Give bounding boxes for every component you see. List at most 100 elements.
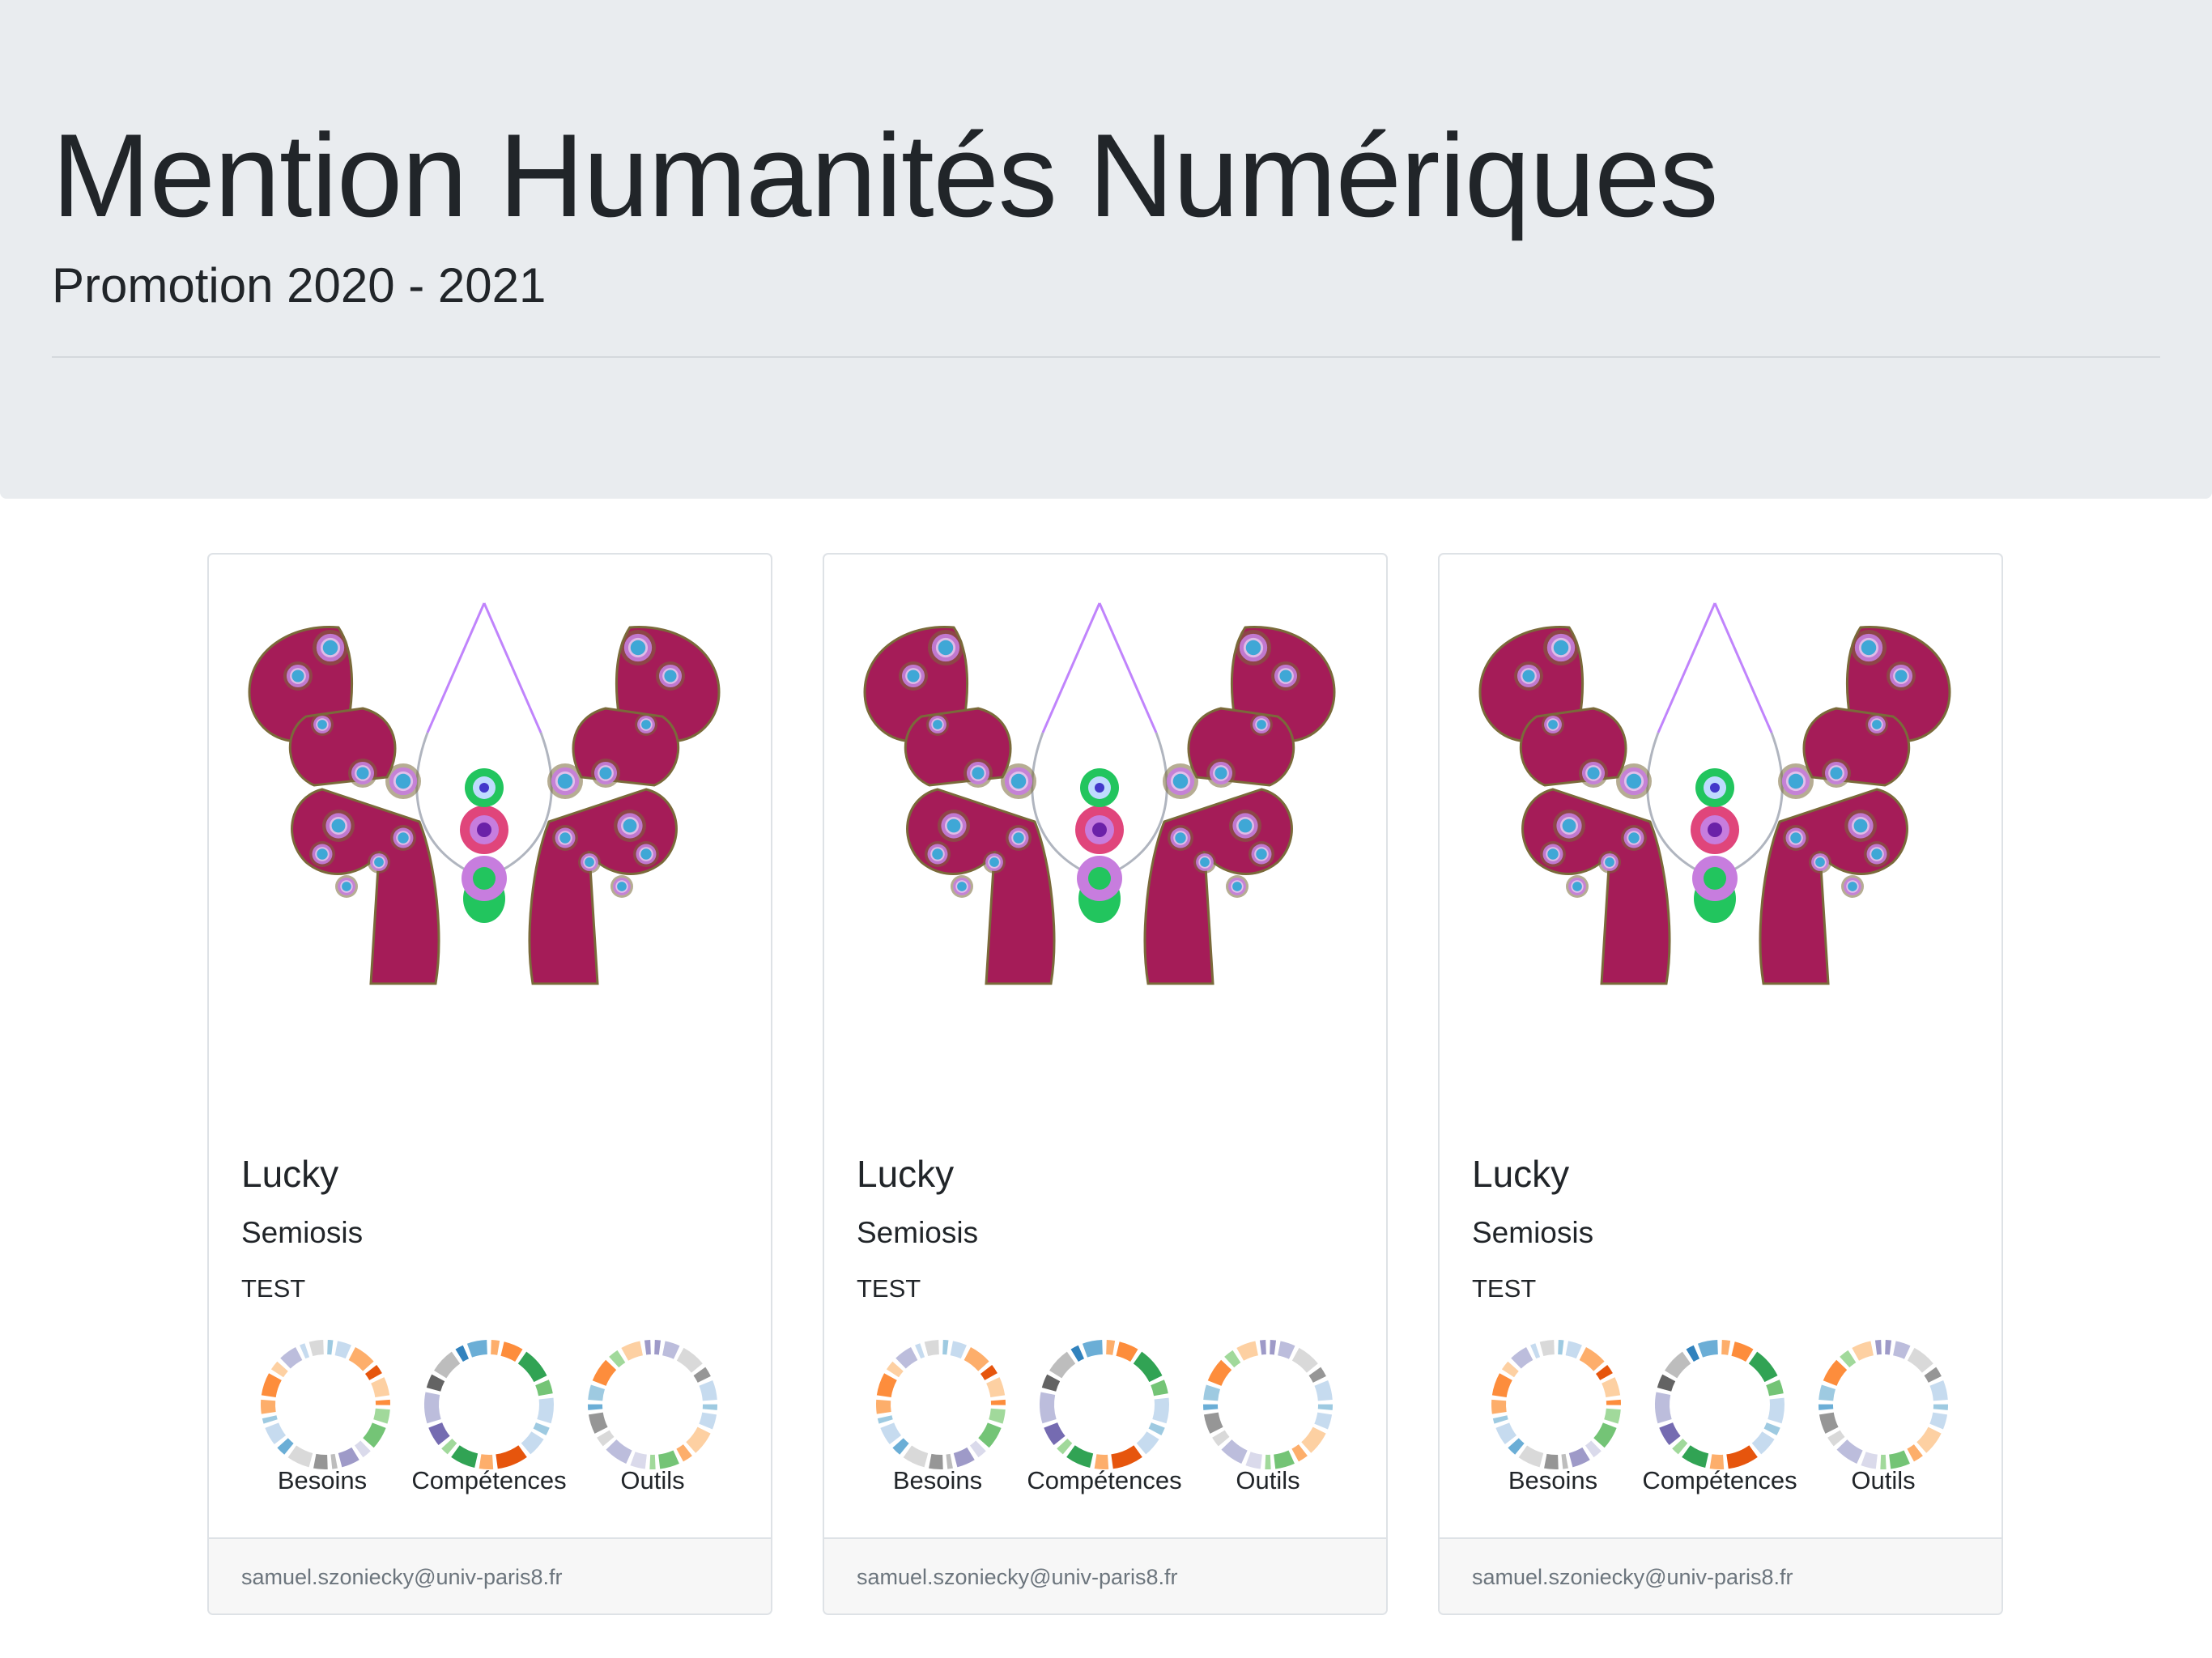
donut-segment[interactable] — [327, 1340, 334, 1355]
donut-segment[interactable] — [892, 1438, 909, 1455]
donut-segment[interactable] — [300, 1343, 310, 1359]
donut-segment[interactable] — [1082, 1340, 1103, 1358]
donut-segment[interactable] — [1291, 1347, 1318, 1373]
donut-segment[interactable] — [1907, 1444, 1923, 1462]
donut-segment[interactable] — [1148, 1422, 1165, 1436]
donut-segment[interactable] — [1852, 1341, 1874, 1361]
donut-segment[interactable] — [621, 1341, 643, 1361]
donut-segment[interactable] — [953, 1447, 975, 1468]
donut-segment[interactable] — [1665, 1351, 1691, 1379]
donut-segment[interactable] — [702, 1404, 717, 1410]
donut-segment[interactable] — [500, 1341, 523, 1362]
donut-segment[interactable] — [428, 1422, 450, 1446]
donut-segment[interactable] — [903, 1445, 929, 1468]
donut-segment[interactable] — [662, 1341, 680, 1359]
donut-segment[interactable] — [1606, 1399, 1621, 1405]
donut-segment[interactable] — [1672, 1439, 1688, 1455]
donut-segment[interactable] — [876, 1399, 891, 1414]
outils-donut[interactable] — [1195, 1332, 1341, 1477]
donut-segment[interactable] — [606, 1439, 632, 1464]
donut-segment[interactable] — [1314, 1380, 1333, 1401]
donut-segment[interactable] — [1579, 1347, 1605, 1371]
donut-segment[interactable] — [1041, 1374, 1061, 1392]
donut-segment[interactable] — [676, 1444, 692, 1462]
donut-segment[interactable] — [990, 1399, 1006, 1405]
donut-segment[interactable] — [521, 1431, 544, 1455]
besoins-donut[interactable] — [1483, 1332, 1629, 1477]
butterfly-icon[interactable] — [241, 595, 727, 1016]
donut-segment[interactable] — [1057, 1439, 1073, 1455]
donut-segment[interactable] — [1508, 1438, 1525, 1455]
donut-segment[interactable] — [1151, 1380, 1168, 1397]
donut-segment[interactable] — [1885, 1340, 1892, 1355]
donut-segment[interactable] — [1916, 1426, 1942, 1453]
donut-segment[interactable] — [1565, 1341, 1582, 1359]
donut-segment[interactable] — [1819, 1412, 1839, 1434]
donut-segment[interactable] — [280, 1347, 303, 1369]
donut-segment[interactable] — [451, 1445, 479, 1468]
donut-segment[interactable] — [1291, 1444, 1308, 1462]
donut-segment[interactable] — [963, 1347, 989, 1371]
competences-donut[interactable] — [1647, 1332, 1793, 1477]
donut-segment[interactable] — [1495, 1422, 1517, 1445]
donut-segment[interactable] — [1721, 1340, 1731, 1355]
donut-segment[interactable] — [1568, 1447, 1590, 1468]
donut-segment[interactable] — [699, 1412, 717, 1430]
donut-segment[interactable] — [1819, 1404, 1834, 1410]
donut-segment[interactable] — [1270, 1340, 1277, 1355]
donut-segment[interactable] — [348, 1347, 374, 1371]
donut-segment[interactable] — [1840, 1350, 1857, 1368]
donut-segment[interactable] — [354, 1440, 371, 1458]
donut-segment[interactable] — [676, 1347, 703, 1373]
donut-segment[interactable] — [1049, 1351, 1076, 1379]
donut-segment[interactable] — [1907, 1347, 1933, 1373]
donut-segment[interactable] — [466, 1340, 487, 1358]
donut-segment[interactable] — [1731, 1341, 1754, 1362]
donut-segment[interactable] — [1893, 1341, 1911, 1359]
donut-segment[interactable] — [1819, 1384, 1836, 1401]
donut-segment[interactable] — [1697, 1340, 1718, 1358]
donut-segment[interactable] — [1539, 1340, 1555, 1357]
donut-segment[interactable] — [1659, 1422, 1681, 1446]
donut-segment[interactable] — [1136, 1431, 1159, 1455]
donut-segment[interactable] — [1657, 1374, 1676, 1392]
donut-segment[interactable] — [426, 1374, 445, 1392]
besoins-donut[interactable] — [868, 1332, 1014, 1477]
donut-segment[interactable] — [1152, 1397, 1169, 1424]
donut-segment[interactable] — [877, 1415, 893, 1424]
donut-segment[interactable] — [1823, 1359, 1848, 1386]
donut-segment[interactable] — [371, 1377, 390, 1397]
donut-segment[interactable] — [1259, 1340, 1266, 1355]
donut-segment[interactable] — [261, 1373, 282, 1397]
donut-segment[interactable] — [338, 1447, 359, 1468]
donut-segment[interactable] — [1929, 1412, 1948, 1430]
donut-segment[interactable] — [1212, 1430, 1230, 1447]
donut-segment[interactable] — [942, 1340, 949, 1355]
donut-segment[interactable] — [1558, 1340, 1564, 1355]
donut-segment[interactable] — [363, 1422, 386, 1448]
donut-segment[interactable] — [1593, 1422, 1617, 1448]
donut-segment[interactable] — [1766, 1380, 1784, 1397]
donut-segment[interactable] — [592, 1359, 617, 1386]
donut-segment[interactable] — [535, 1380, 553, 1397]
profile-card[interactable]: Lucky Semiosis TEST Besoins Compétences … — [207, 553, 772, 1615]
donut-segment[interactable] — [644, 1340, 651, 1355]
donut-segment[interactable] — [1106, 1340, 1116, 1355]
donut-segment[interactable] — [1492, 1415, 1508, 1424]
donut-segment[interactable] — [1767, 1397, 1784, 1424]
donut-segment[interactable] — [654, 1340, 661, 1355]
donut-segment[interactable] — [1111, 1445, 1142, 1469]
donut-segment[interactable] — [886, 1361, 904, 1378]
donut-segment[interactable] — [441, 1439, 457, 1455]
donut-segment[interactable] — [491, 1340, 500, 1355]
donut-segment[interactable] — [1203, 1404, 1219, 1410]
donut-segment[interactable] — [1686, 1345, 1699, 1362]
donut-segment[interactable] — [364, 1364, 382, 1380]
butterfly-icon[interactable] — [1472, 595, 1958, 1016]
donut-segment[interactable] — [895, 1347, 918, 1369]
donut-segment[interactable] — [986, 1377, 1006, 1397]
donut-segment[interactable] — [334, 1341, 351, 1359]
besoins-donut[interactable] — [253, 1332, 398, 1477]
donut-segment[interactable] — [980, 1364, 998, 1380]
donut-segment[interactable] — [1836, 1439, 1863, 1464]
